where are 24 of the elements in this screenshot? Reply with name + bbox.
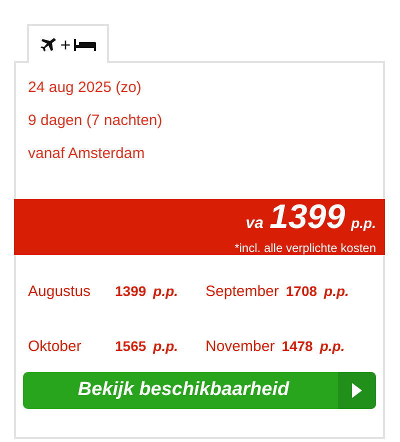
price-unit: p.p.: [320, 336, 345, 356]
airplane-icon: [40, 37, 58, 52]
play-arrow-icon: [352, 383, 362, 398]
tab[interactable]: +: [27, 24, 109, 63]
price-note: *incl. alle verplichte kosten: [234, 241, 376, 255]
price-unit: p.p.: [351, 214, 376, 233]
price-unit: p.p.: [153, 282, 178, 301]
price-unit: p.p.: [153, 336, 178, 356]
month-label: September: [206, 282, 279, 302]
month-label: Oktober: [28, 336, 82, 356]
month-price: 1565: [115, 336, 146, 356]
plus-sign: +: [60, 36, 71, 54]
trip-detail: 9 dagen (7 nachten): [28, 111, 164, 131]
trip-detail: vanaf Amsterdam: [28, 144, 146, 164]
month-label: November: [206, 336, 275, 356]
month-price: 1708: [286, 282, 318, 301]
bed-icon: [74, 38, 96, 50]
price-prefix: va: [246, 214, 264, 234]
trip-detail: 24 aug 2025 (zo): [28, 78, 142, 98]
price-unit: p.p.: [324, 282, 349, 301]
month-price: 1478: [282, 336, 313, 356]
month-price: 1399: [115, 282, 146, 301]
price: 1399: [269, 200, 346, 234]
month-label: Augustus: [28, 282, 92, 302]
